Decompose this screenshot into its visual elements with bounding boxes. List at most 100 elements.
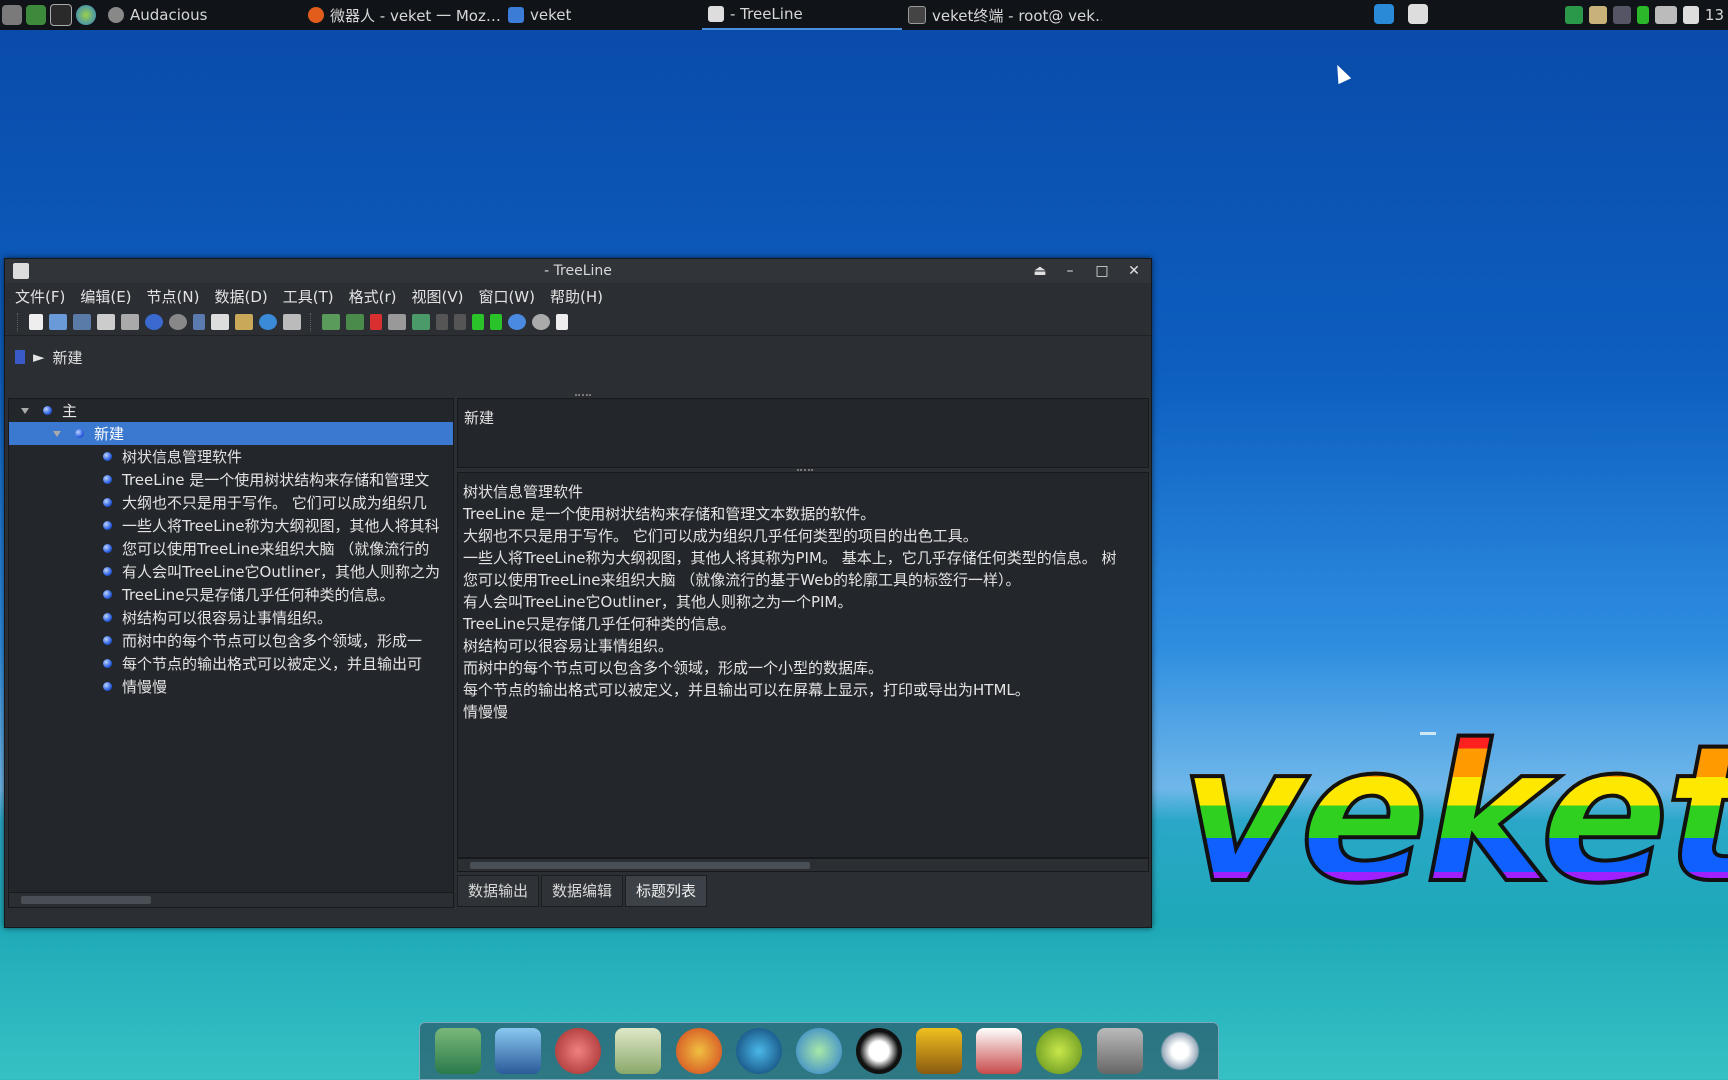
book-icon[interactable] (916, 1028, 963, 1074)
collapse-icon[interactable] (53, 430, 61, 437)
clipboard-icon[interactable] (1588, 6, 1607, 24)
menu-format[interactable]: 格式(r) (349, 286, 397, 307)
tree-item[interactable]: TreeLine只是存储几乎任何种类的信息。 (9, 583, 453, 606)
volume-icon[interactable] (1682, 6, 1699, 24)
tree-view[interactable]: 主 新建 树状信息管理软件 TreeLine 是一个使用树状结构来存储和管理文 大纲… (8, 398, 454, 908)
back-icon[interactable] (508, 314, 526, 330)
selected-node-title: 新建 (464, 409, 495, 427)
cut-icon[interactable] (193, 314, 205, 330)
treeline-window-icon[interactable] (1408, 4, 1428, 24)
computer-icon[interactable] (495, 1028, 542, 1074)
tree-item-selected[interactable]: 新建 (9, 422, 453, 445)
tree-horizontal-scrollbar[interactable] (9, 892, 453, 907)
tree-item[interactable]: 而树中的每个节点可以包含多个领域，形成一 (9, 629, 453, 652)
print-icon[interactable] (121, 314, 139, 330)
notepad-icon[interactable] (615, 1028, 662, 1074)
collapse-icon[interactable] (21, 407, 29, 414)
keyboard-icon[interactable] (1654, 6, 1677, 24)
tree-item[interactable]: 一些人将TreeLine称为大纲视图，其他人将其科 (9, 514, 453, 537)
drive-icon[interactable] (1096, 1028, 1143, 1074)
help-icon[interactable] (1036, 1028, 1083, 1074)
terminal-launcher-icon[interactable] (50, 4, 72, 26)
tree-item[interactable]: 树结构可以很容易让事情组织。 (9, 606, 453, 629)
desktop-switcher-icon[interactable] (1374, 4, 1394, 24)
home-folder-icon[interactable] (435, 1028, 482, 1074)
move-down-icon[interactable] (454, 314, 466, 330)
minimize-icon[interactable]: – (1059, 261, 1081, 281)
data-output-pane[interactable]: 树状信息管理软件 TreeLine 是一个使用树状结构来存储和管理文本数据的软件。… (457, 472, 1149, 858)
add-sibling-icon[interactable] (346, 314, 364, 330)
scrollbar-thumb[interactable] (21, 896, 151, 904)
undo-icon[interactable] (145, 314, 163, 330)
scrollbar-thumb[interactable] (470, 862, 810, 869)
chart-icon[interactable] (976, 1028, 1023, 1074)
refresh-icon[interactable] (259, 314, 277, 330)
find-icon[interactable] (283, 314, 301, 330)
paste-icon[interactable] (235, 314, 253, 330)
tab-data-edit[interactable]: 数据编辑 (541, 875, 624, 907)
menu-view[interactable]: 视图(V) (411, 286, 463, 307)
menu-edit[interactable]: 编辑(E) (80, 286, 131, 307)
network-icon[interactable] (1612, 6, 1631, 24)
tab-data-output[interactable]: 数据输出 (457, 875, 540, 907)
output-horizontal-scrollbar[interactable] (457, 858, 1149, 872)
penguin-icon[interactable] (856, 1028, 903, 1074)
tree-item[interactable]: 有人会叫TreeLine它Outliner，其他人则称之为 (9, 560, 453, 583)
system-menu-icon[interactable] (2, 5, 22, 25)
maximize-icon[interactable]: □ (1091, 261, 1113, 281)
open-file-icon[interactable] (49, 314, 67, 330)
move-up-icon[interactable] (436, 314, 448, 330)
new-file-icon[interactable] (29, 314, 43, 330)
tree-item[interactable]: TreeLine 是一个使用树状结构来存储和管理文 (9, 468, 453, 491)
indent-icon[interactable] (388, 314, 406, 330)
tree-item[interactable]: 大纲也不只是用于写作。 它们可以成为组织几 (9, 491, 453, 514)
tree-item[interactable]: 树状信息管理软件 (9, 445, 453, 468)
tree-item[interactable]: 每个节点的输出格式可以被定义，并且输出可 (9, 652, 453, 675)
delete-node-icon[interactable] (370, 314, 382, 330)
previous-icon[interactable] (490, 314, 502, 330)
breadcrumb-current[interactable]: 新建 (53, 347, 83, 368)
forward-icon[interactable] (532, 314, 550, 330)
task-firefox[interactable]: 微器人 - veket 一 Moz… (302, 0, 502, 30)
node-bullet-icon (103, 682, 112, 691)
copy-icon[interactable] (211, 314, 229, 330)
menu-file[interactable]: 文件(F) (15, 286, 65, 307)
menu-tools[interactable]: 工具(T) (283, 286, 334, 307)
title-pane[interactable]: 新建 (457, 398, 1149, 468)
close-icon[interactable]: ✕ (1123, 261, 1145, 281)
paint-palette-icon[interactable] (675, 1028, 722, 1074)
window-titlebar[interactable]: - TreeLine ⏏ – □ ✕ (5, 259, 1151, 283)
browser-launcher-icon[interactable] (76, 5, 96, 25)
play-icon[interactable] (26, 5, 46, 25)
network-globe-icon[interactable] (795, 1028, 842, 1074)
task-audacious[interactable]: Audacious (102, 0, 302, 30)
menu-node[interactable]: 节点(N) (147, 286, 200, 307)
redo-icon[interactable] (169, 314, 187, 330)
save-file-icon[interactable] (73, 314, 91, 330)
shield-icon[interactable] (1564, 6, 1583, 24)
task-treeline[interactable]: - TreeLine (702, 0, 902, 30)
tree-item[interactable]: 情慢慢 (9, 675, 453, 698)
tab-title-list[interactable]: 标题列表 (625, 875, 708, 907)
config-icon[interactable] (556, 314, 568, 330)
breadcrumb-separator-icon: ► (33, 348, 45, 366)
menu-window[interactable]: 窗口(W) (478, 286, 535, 307)
task-veket-folder[interactable]: veket (502, 0, 702, 30)
menu-data[interactable]: 数据(D) (214, 286, 267, 307)
battery-icon[interactable] (1636, 6, 1649, 24)
hedgehog-icon[interactable] (555, 1028, 602, 1074)
menu-help[interactable]: 帮助(H) (550, 286, 603, 307)
settings-sun-icon[interactable] (1156, 1028, 1203, 1074)
print-preview-icon[interactable] (97, 314, 115, 330)
tree-root-icon[interactable] (15, 350, 25, 364)
unindent-icon[interactable] (412, 314, 430, 330)
shade-icon[interactable]: ⏏ (1029, 261, 1051, 281)
power-icon[interactable] (735, 1028, 782, 1074)
next-icon[interactable] (472, 314, 484, 330)
tree-item-root[interactable]: 主 (9, 399, 453, 422)
task-terminal[interactable]: veket终端 - root@ vek… (902, 0, 1102, 30)
tree-item-label: 一些人将TreeLine称为大纲视图，其他人将其科 (122, 517, 440, 535)
clock[interactable]: 13 (1705, 6, 1724, 24)
add-child-icon[interactable] (322, 314, 340, 330)
tree-item[interactable]: 您可以使用TreeLine来组织大脑 （就像流行的 (9, 537, 453, 560)
